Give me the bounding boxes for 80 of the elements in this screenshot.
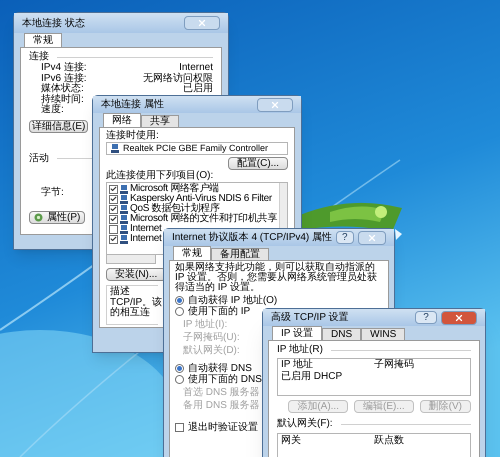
field-label: IP 地址(I):	[183, 318, 228, 331]
tab[interactable]: WINS	[361, 328, 406, 340]
close-icon	[366, 232, 377, 242]
radio-button[interactable]	[175, 307, 184, 316]
checkbox[interactable]	[175, 423, 184, 432]
tab[interactable]: 常规	[173, 246, 211, 260]
close-icon	[197, 18, 207, 28]
tab[interactable]: 备用配置	[211, 248, 269, 260]
help-button[interactable]: ?	[336, 231, 354, 244]
field-label: 默认网关(D):	[183, 344, 240, 357]
option-label: 使用下面的 IP	[188, 306, 250, 317]
list-item-label: Microsoft 网络客户端	[130, 184, 219, 194]
close-icon	[454, 312, 464, 322]
section-heading: 活动	[29, 152, 49, 164]
shield-icon	[34, 212, 43, 222]
close-button[interactable]	[358, 230, 386, 244]
status-value: 无网络访问权限	[143, 74, 213, 84]
section-heading: 连接	[29, 51, 49, 63]
tab[interactable]: IP 设置	[272, 326, 322, 340]
close-button[interactable]	[441, 310, 477, 324]
field-label: 首选 DNS 服务器	[183, 386, 260, 399]
checkbox[interactable]	[109, 224, 118, 234]
status-label: IPv6 连接:	[41, 74, 87, 84]
push-button[interactable]: 属性(P)	[29, 210, 86, 224]
status-label: 字节:	[41, 186, 64, 198]
close-icon	[270, 100, 280, 110]
checkbox[interactable]	[109, 204, 118, 214]
tab[interactable]: 共享	[141, 115, 179, 127]
option-label: 自动获得 IP 地址(O)	[188, 295, 278, 306]
push-button[interactable]: 配置(C)...	[228, 157, 288, 170]
field-label: 连接时使用:	[106, 130, 159, 142]
radio-button[interactable]	[175, 364, 184, 373]
option-label: 自动获得 DNS	[188, 363, 252, 374]
radio-button[interactable]	[175, 296, 184, 305]
checkbox[interactable]	[109, 234, 118, 244]
status-label: 持续时间:	[41, 94, 84, 104]
field-label: 备用 DNS 服务器	[183, 399, 260, 412]
status-label: IPv4 连接:	[41, 63, 87, 73]
list-item-label: Internet	[130, 224, 162, 234]
intro-text: 如果网络支持此功能，则可以获取自动指派的 IP 设置。否则，您需要从网络系统管理员处获得适当的 IP 设置。	[175, 263, 378, 293]
list-item-label: QoS 数据包计划程序	[130, 204, 220, 214]
section-heading: IP 地址(R)	[277, 344, 323, 356]
adapter-field: Realtek PCIe GBE Family Controller	[106, 142, 288, 155]
group-heading: 描述	[110, 286, 130, 298]
network-adapter-icon	[111, 144, 119, 153]
list-item-label: Microsoft 网络的文件和打印机共享	[130, 214, 278, 224]
field-label: 子网掩码(U):	[183, 331, 240, 344]
radio-button[interactable]	[175, 375, 184, 384]
tab[interactable]: 常规	[24, 33, 62, 47]
column-header: 网关	[281, 434, 302, 448]
close-button[interactable]	[257, 98, 293, 112]
column-header: IP 地址	[281, 359, 314, 370]
option-label: 使用下面的 DNS	[188, 374, 262, 385]
checkbox[interactable]	[109, 184, 118, 194]
section-heading: 默认网关(F):	[277, 418, 333, 430]
status-value: 已启用	[183, 84, 213, 94]
tab[interactable]: 网络	[103, 113, 141, 127]
window-title: 本地连接 属性	[101, 98, 165, 112]
window-title: 本地连接 状态	[22, 16, 86, 30]
checkbox-label: 退出时验证设置	[188, 420, 258, 435]
column-header: 子网掩码	[374, 359, 415, 371]
description-text: TCP/IP。该	[110, 298, 162, 308]
window-title: 高级 TCP/IP 设置	[271, 310, 350, 325]
list-item-label: Kaspersky Anti-Virus NDIS 6 Filter	[130, 194, 272, 204]
push-button[interactable]: 详细信息(E)	[29, 120, 88, 132]
checkbox[interactable]	[109, 194, 118, 204]
field-label: 此连接使用下列项目(O):	[106, 170, 214, 181]
description-text: 的相互连	[110, 308, 150, 318]
window-title: Internet 协议版本 4 (TCP/IPv4) 属性	[172, 230, 332, 245]
checkbox[interactable]	[109, 214, 118, 224]
help-button[interactable]: ?	[415, 311, 437, 324]
list-item-label: Internet	[130, 234, 162, 244]
status-label: 速度:	[41, 105, 64, 116]
column-header: 跃点数	[374, 434, 405, 448]
status-value: Internet	[179, 63, 213, 73]
status-label: 媒体状态:	[41, 84, 84, 94]
tab[interactable]: DNS	[322, 328, 362, 340]
vertical-scrollbar	[279, 183, 287, 229]
close-button[interactable]	[184, 16, 220, 30]
table-cell-text: 已启用 DHCP	[281, 371, 344, 383]
